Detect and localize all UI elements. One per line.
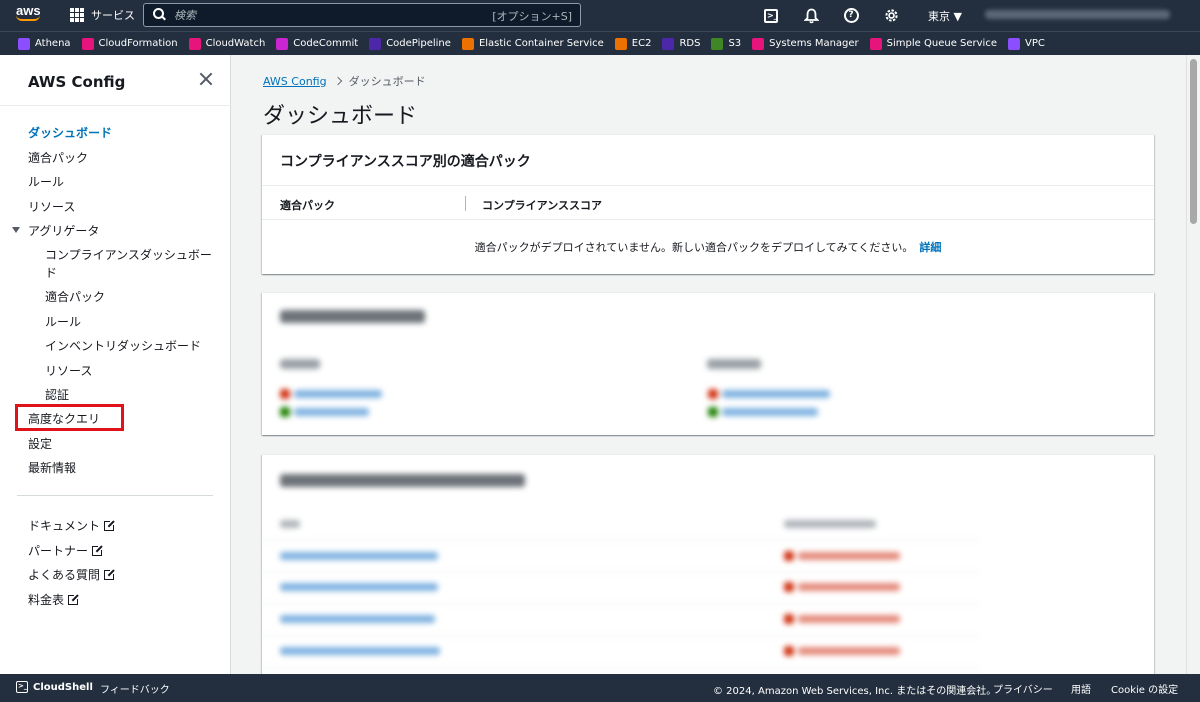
cloudshell-button[interactable]: >_ CloudShell: [16, 681, 93, 693]
sidebar-item-agg-compliance-dashboard[interactable]: コンプライアンスダッシュボー: [45, 246, 212, 263]
ecs-icon: [461, 37, 474, 50]
aws-logo[interactable]: aws: [16, 4, 44, 26]
sidenav-title[interactable]: AWS Config: [28, 73, 125, 91]
favorite-codepipeline[interactable]: CodePipeline: [369, 37, 451, 50]
page-scrollbar[interactable]: [1186, 55, 1200, 674]
breadcrumb-current: ダッシュボード: [348, 75, 426, 88]
sidebar-item-pricing[interactable]: 料金表: [28, 591, 81, 608]
sidenav-divider-top: [0, 105, 231, 106]
search-shortcut-hint: [オプション+S]: [492, 10, 572, 23]
services-menu-button[interactable]: サービス: [70, 7, 135, 23]
highlight-box: [15, 404, 124, 431]
favorite-sqs[interactable]: Simple Queue Service: [869, 37, 997, 50]
cookie-settings-link[interactable]: Cookie の設定: [1111, 681, 1178, 696]
learn-more-link[interactable]: 詳細: [919, 241, 941, 254]
sidebar-item-faq[interactable]: よくある質問: [28, 566, 117, 583]
sidebar-item-agg-rules[interactable]: ルール: [45, 313, 81, 330]
search-icon: [150, 6, 168, 24]
favorite-systems-manager[interactable]: Systems Manager: [752, 37, 859, 50]
sidebar-item-agg-authorizations[interactable]: 認証: [45, 386, 69, 403]
column-header-score[interactable]: コンプライアンススコア: [482, 197, 602, 213]
gear-icon[interactable]: [882, 7, 900, 25]
sidebar-item-agg-resources[interactable]: リソース: [45, 362, 92, 379]
empty-message: 適合パックがデプロイされていません。新しい適合パックをデプロイしてみてください。: [474, 241, 914, 254]
s3-icon: [711, 37, 724, 50]
sidebar-item-agg-conformance-packs[interactable]: 適合パック: [45, 288, 105, 305]
ec2-icon: [614, 37, 627, 50]
favorite-cloudformation[interactable]: CloudFormation: [81, 37, 178, 50]
breadcrumb: AWS Config ダッシュボード: [263, 73, 426, 89]
external-link-icon: [68, 593, 81, 605]
top-navigation: aws サービス [オプション+S] >_ ? 東京 ▼: [0, 0, 1200, 31]
blurred-content: [262, 293, 982, 436]
cloudwatch-icon: [188, 37, 201, 50]
chevron-right-icon: [333, 76, 342, 86]
aws-logo-text: aws: [16, 3, 41, 18]
favorite-cloudwatch[interactable]: CloudWatch: [188, 37, 265, 50]
favorite-athena[interactable]: Athena: [18, 37, 71, 50]
sidebar-item-dashboard[interactable]: ダッシュボード: [28, 124, 112, 141]
column-resizer[interactable]: [465, 196, 466, 211]
terms-link[interactable]: 用語: [1071, 681, 1091, 696]
athena-icon: [18, 37, 30, 50]
feedback-link[interactable]: フィードバック: [100, 681, 170, 696]
favorite-ecs[interactable]: Elastic Container Service: [461, 37, 604, 50]
cloudformation-icon: [81, 37, 94, 50]
sidebar-item-agg-inventory-dashboard[interactable]: インベントリダッシュボード: [45, 337, 201, 354]
region-selector[interactable]: 東京 ▼: [928, 8, 962, 24]
codecommit-icon: [276, 37, 289, 50]
sidebar-item-rules[interactable]: ルール: [28, 173, 64, 190]
privacy-link[interactable]: プライバシー: [993, 681, 1053, 696]
close-icon[interactable]: [198, 71, 214, 87]
compliance-status-panel: [262, 292, 1154, 435]
search-bar[interactable]: [オプション+S]: [143, 3, 581, 27]
sidebar-item-conformance-packs[interactable]: 適合パック: [28, 149, 88, 166]
favorites-bar: Athena CloudFormation CloudWatch CodeCom…: [0, 31, 1200, 55]
cloudshell-icon[interactable]: >_: [762, 7, 780, 25]
sidebar-item-settings[interactable]: 設定: [28, 435, 52, 452]
caret-down-icon[interactable]: [12, 227, 20, 233]
sidebar-item-documentation[interactable]: ドキュメント: [28, 517, 117, 534]
sidebar-item-whats-new[interactable]: 最新情報: [28, 459, 76, 476]
scrollbar-thumb[interactable]: [1190, 59, 1197, 224]
breadcrumb-root-link[interactable]: AWS Config: [263, 75, 327, 88]
external-link-icon: [104, 568, 117, 580]
panel-title: コンプライアンススコア別の適合パック: [280, 154, 531, 170]
search-input[interactable]: [174, 8, 474, 22]
bell-icon[interactable]: [802, 7, 820, 25]
systems-manager-icon: [752, 37, 765, 50]
codepipeline-icon: [369, 37, 382, 50]
external-link-icon: [104, 519, 117, 531]
column-header-pack[interactable]: 適合パック: [280, 197, 335, 213]
cloudshell-icon: >_: [16, 681, 28, 693]
favorite-s3[interactable]: S3: [711, 37, 741, 50]
vpc-icon: [1007, 37, 1020, 50]
noncompliant-rules-panel: [262, 454, 1154, 684]
footer: >_ CloudShell フィードバック © 2024, Amazon Web…: [0, 674, 1200, 702]
favorite-codecommit[interactable]: CodeCommit: [276, 37, 358, 50]
sidebar-item-resources[interactable]: リソース: [28, 198, 75, 215]
conformance-packs-panel: コンプライアンススコア別の適合パック 適合パック コンプライアンススコア 適合パ…: [262, 134, 1154, 274]
sqs-icon: [869, 37, 882, 50]
sidebar-item-agg-compliance-dashboard-wrap[interactable]: ド: [45, 264, 57, 281]
page-title: ダッシュボード: [263, 104, 418, 129]
favorite-rds[interactable]: RDS: [662, 37, 700, 50]
grid-icon: [70, 8, 84, 22]
external-link-icon: [92, 544, 105, 556]
services-label: サービス: [91, 9, 135, 22]
account-menu[interactable]: [985, 10, 1170, 19]
sidenav-divider: [17, 495, 213, 496]
copyright-text: © 2024, Amazon Web Services, Inc. またはその関…: [713, 686, 997, 697]
rds-icon: [662, 37, 675, 50]
empty-state: 適合パックがデプロイされていません。新しい適合パックをデプロイしてみてください。…: [262, 239, 1154, 255]
sidebar-item-partners[interactable]: パートナー: [28, 542, 105, 559]
favorite-ec2[interactable]: EC2: [614, 37, 651, 50]
main-content: AWS Config ダッシュボード ダッシュボード コンプライアンススコア別の…: [231, 55, 1186, 684]
favorite-vpc[interactable]: VPC: [1007, 37, 1045, 50]
sidebar-item-aggregators[interactable]: アグリゲータ: [28, 222, 99, 239]
help-icon[interactable]: ?: [842, 7, 860, 25]
blurred-content: [262, 455, 982, 685]
side-navigation: AWS Config ダッシュボード 適合パック ルール リソース アグリゲータ…: [0, 55, 231, 674]
